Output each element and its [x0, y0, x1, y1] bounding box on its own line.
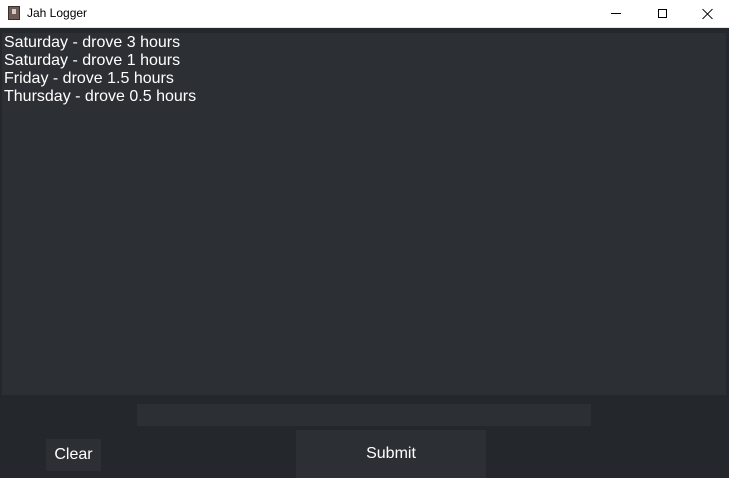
- log-text-area[interactable]: Saturday - drove 3 hours Saturday - drov…: [2, 33, 726, 395]
- minimize-button[interactable]: [593, 0, 639, 27]
- title-bar[interactable]: Jah Logger: [0, 0, 729, 28]
- log-entry-input[interactable]: [137, 404, 591, 426]
- maximize-button[interactable]: [639, 0, 685, 27]
- log-line: Saturday - drove 1 hours: [4, 52, 181, 69]
- clear-button[interactable]: Clear: [46, 439, 101, 471]
- log-line: Thursday - drove 0.5 hours: [4, 88, 197, 105]
- submit-button[interactable]: Submit: [296, 430, 486, 478]
- minimize-icon: [611, 13, 621, 14]
- log-line: Saturday - drove 3 hours: [4, 34, 181, 51]
- close-icon: [702, 8, 714, 20]
- close-button[interactable]: [685, 0, 729, 27]
- window-title: Jah Logger: [27, 6, 88, 20]
- app-icon: [8, 6, 20, 20]
- log-line: Friday - drove 1.5 hours: [4, 70, 174, 87]
- app-window: Jah Logger Saturday - drove 3 hours Satu…: [0, 0, 729, 478]
- maximize-icon: [657, 9, 667, 18]
